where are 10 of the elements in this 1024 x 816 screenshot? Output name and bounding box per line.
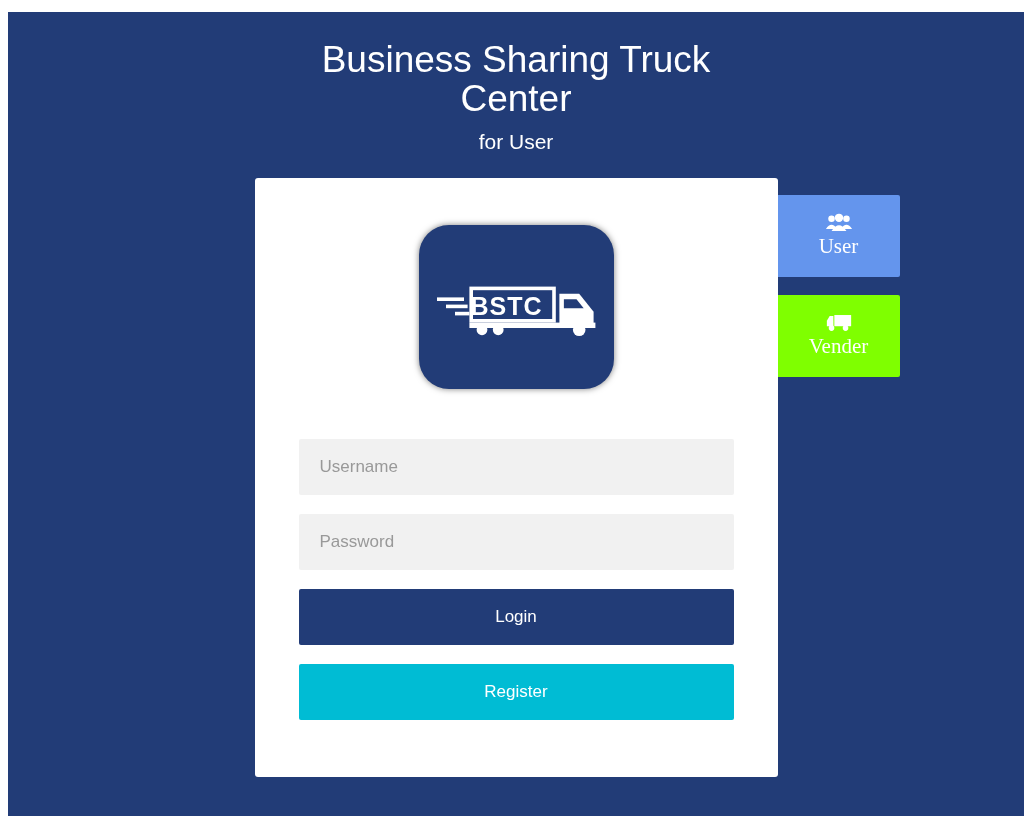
truck-icon <box>824 313 853 332</box>
password-field[interactable]: Password <box>298 514 734 570</box>
side-tab[interactable]: User <box>777 195 900 277</box>
username-field[interactable]: Username <box>298 439 734 495</box>
page-title: Business Sharing Truck Center <box>320 40 712 118</box>
page-subtitle: for User <box>478 130 554 154</box>
register-button[interactable]: Register <box>298 664 734 720</box>
logo-text: BSTC <box>470 293 543 319</box>
login-button[interactable]: Login <box>298 589 734 645</box>
users-icon <box>824 213 853 232</box>
